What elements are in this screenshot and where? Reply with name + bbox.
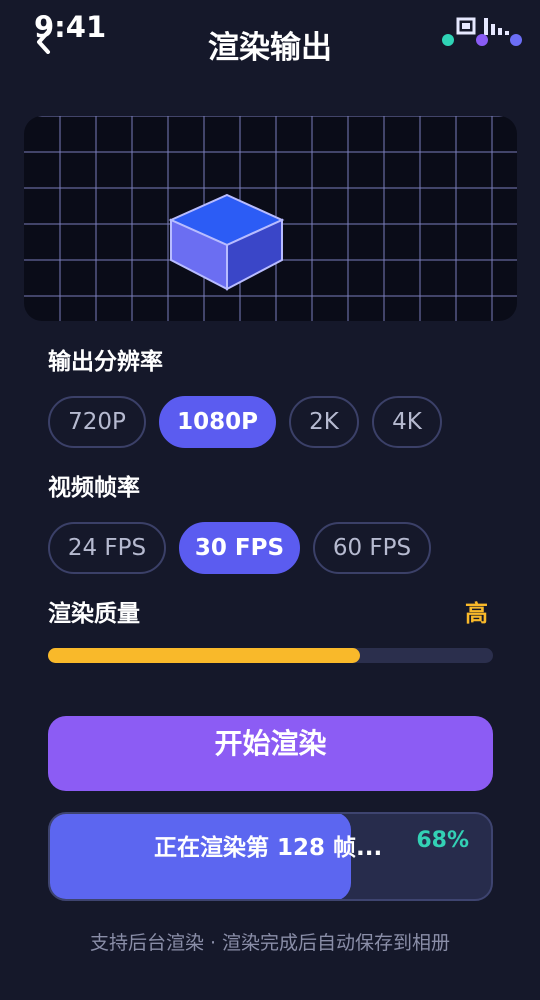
resolution-option-4k[interactable]: 4K (372, 396, 442, 448)
resolution-option-1080p[interactable]: 1080P (159, 396, 276, 448)
quality-value: 高 (465, 601, 488, 627)
render-progress-percent: 68% (416, 828, 469, 853)
page-title: 渲染输出 (208, 30, 332, 66)
frame-rate-label: 视频帧率 (48, 475, 140, 501)
preview-canvas (24, 116, 517, 321)
start-render-button[interactable]: 开始渲染 (48, 716, 493, 791)
resolution-option-2k[interactable]: 2K (289, 396, 359, 448)
footer-note: 支持后台渲染 · 渲染完成后自动保存到相册 (89, 932, 451, 954)
frame-rate-options: 24 FPS 30 FPS 60 FPS (0, 522, 540, 576)
quality-label: 渲染质量 (48, 601, 140, 627)
resolution-options: 720P 1080P 2K 4K (0, 396, 540, 450)
render-progress: 正在渲染第 128 帧... 68% (48, 812, 493, 901)
render-preview (24, 116, 517, 321)
resolution-option-720p[interactable]: 720P (48, 396, 146, 448)
quality-slider[interactable] (48, 648, 493, 663)
fps-option-30[interactable]: 30 FPS (179, 522, 300, 574)
fps-option-60[interactable]: 60 FPS (313, 522, 431, 574)
render-progress-text: 正在渲染第 128 帧... (154, 835, 383, 861)
fps-option-24[interactable]: 24 FPS (48, 522, 166, 574)
resolution-label: 输出分辨率 (48, 349, 163, 375)
cube-model (168, 193, 285, 291)
quality-slider-fill (48, 648, 360, 663)
